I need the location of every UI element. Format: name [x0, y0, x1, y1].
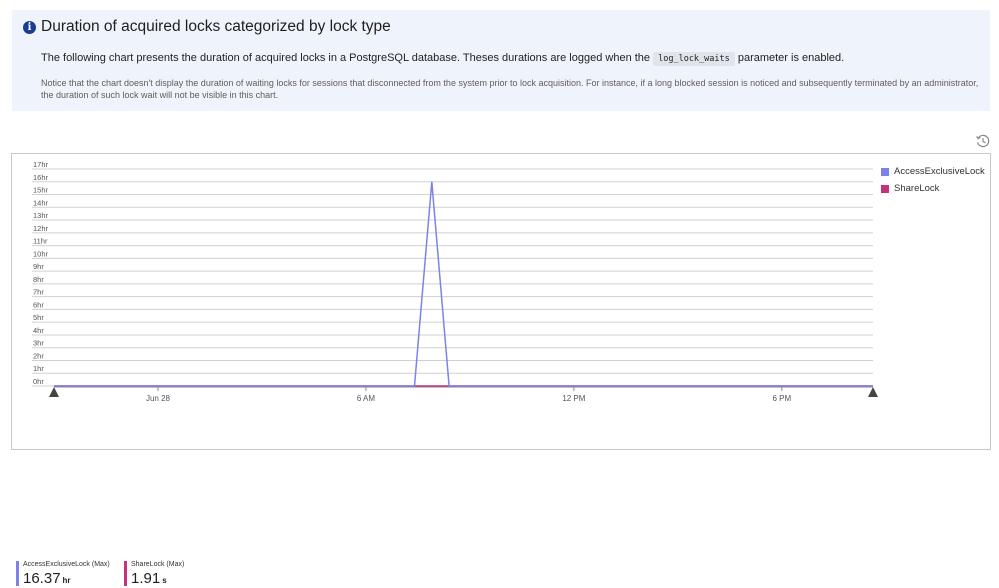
info-note: Notice that the chart doesn't display th…: [41, 78, 979, 100]
chart-legend: AccessExclusiveLock ShareLock: [881, 163, 985, 197]
summary-unit: hr: [62, 576, 71, 585]
y-tick-label: 7hr: [33, 288, 44, 297]
summary-number: 1.91: [131, 570, 161, 587]
legend-swatch: [881, 184, 889, 193]
history-icon[interactable]: [975, 133, 991, 149]
chart-frame: 0hr 1hr 2hr 3hr 4hr 5hr 6hr 7hr 8hr 9hr 10hr 11hr 12…: [11, 153, 991, 587]
legend-item-access-exclusive[interactable]: AccessExclusiveLock: [881, 163, 985, 180]
y-tick-label: 9hr: [33, 262, 44, 271]
legend-label: ShareLock: [894, 183, 940, 194]
history-icon-glyph: [976, 134, 990, 148]
y-tick-label: 17hr: [33, 160, 49, 169]
info-panel: i Duration of acquired locks categorized…: [12, 10, 990, 111]
info-icon: i: [23, 21, 36, 34]
y-tick-label: 14hr: [33, 198, 49, 207]
y-tick-label: 3hr: [33, 339, 44, 348]
range-start-handle: [49, 387, 59, 397]
y-tick-label: 1hr: [33, 364, 44, 373]
lock-duration-chart: 0hr 1hr 2hr 3hr 4hr 5hr 6hr 7hr 8hr 9hr 10hr 11hr 12…: [32, 160, 878, 403]
y-tick-label: 5hr: [33, 313, 44, 322]
y-tick-label: 8hr: [33, 275, 44, 284]
summary-color-bar: [16, 561, 19, 586]
summary-color-bar: [124, 561, 127, 586]
summary-unit: s: [162, 576, 167, 585]
legend-label: AccessExclusiveLock: [894, 166, 985, 177]
y-tick-label: 16hr: [33, 173, 49, 182]
description-text-end: parameter is enabled.: [737, 52, 845, 64]
x-tick-label: 6 PM: [773, 394, 792, 403]
summary-label: AccessExclusiveLock (Max): [23, 561, 110, 568]
y-tick-label: 11hr: [33, 237, 48, 246]
y-tick-label: 0hr: [33, 377, 44, 386]
x-tick-label: 12 PM: [562, 394, 585, 403]
y-tick-label: 2hr: [33, 351, 44, 360]
summary-value: 16.37 hr: [23, 570, 71, 588]
code-parameter: log_lock_waits: [653, 52, 735, 66]
y-tick-label: 4hr: [33, 326, 44, 335]
y-tick-label: 12hr: [33, 224, 49, 233]
summary-number: 16.37: [23, 570, 61, 587]
x-tick-label: Jun 28: [146, 394, 171, 403]
legend-swatch: [881, 167, 889, 176]
y-tick-label: 10hr: [33, 249, 49, 258]
y-tick-label: 15hr: [33, 186, 49, 195]
summary-label: ShareLock (Max): [131, 561, 185, 568]
y-tick-label: 13hr: [33, 211, 49, 220]
legend-item-share-lock[interactable]: ShareLock: [881, 180, 985, 197]
info-title: Duration of acquired locks categorized b…: [41, 18, 391, 35]
summary-value: 1.91 s: [131, 570, 167, 588]
x-tick-label: 6 AM: [357, 394, 376, 403]
range-end-handle: [868, 387, 878, 397]
y-tick-label: 6hr: [33, 300, 44, 309]
info-description: The following chart presents the duratio…: [41, 52, 845, 66]
description-text: The following chart presents the duratio…: [41, 52, 651, 64]
